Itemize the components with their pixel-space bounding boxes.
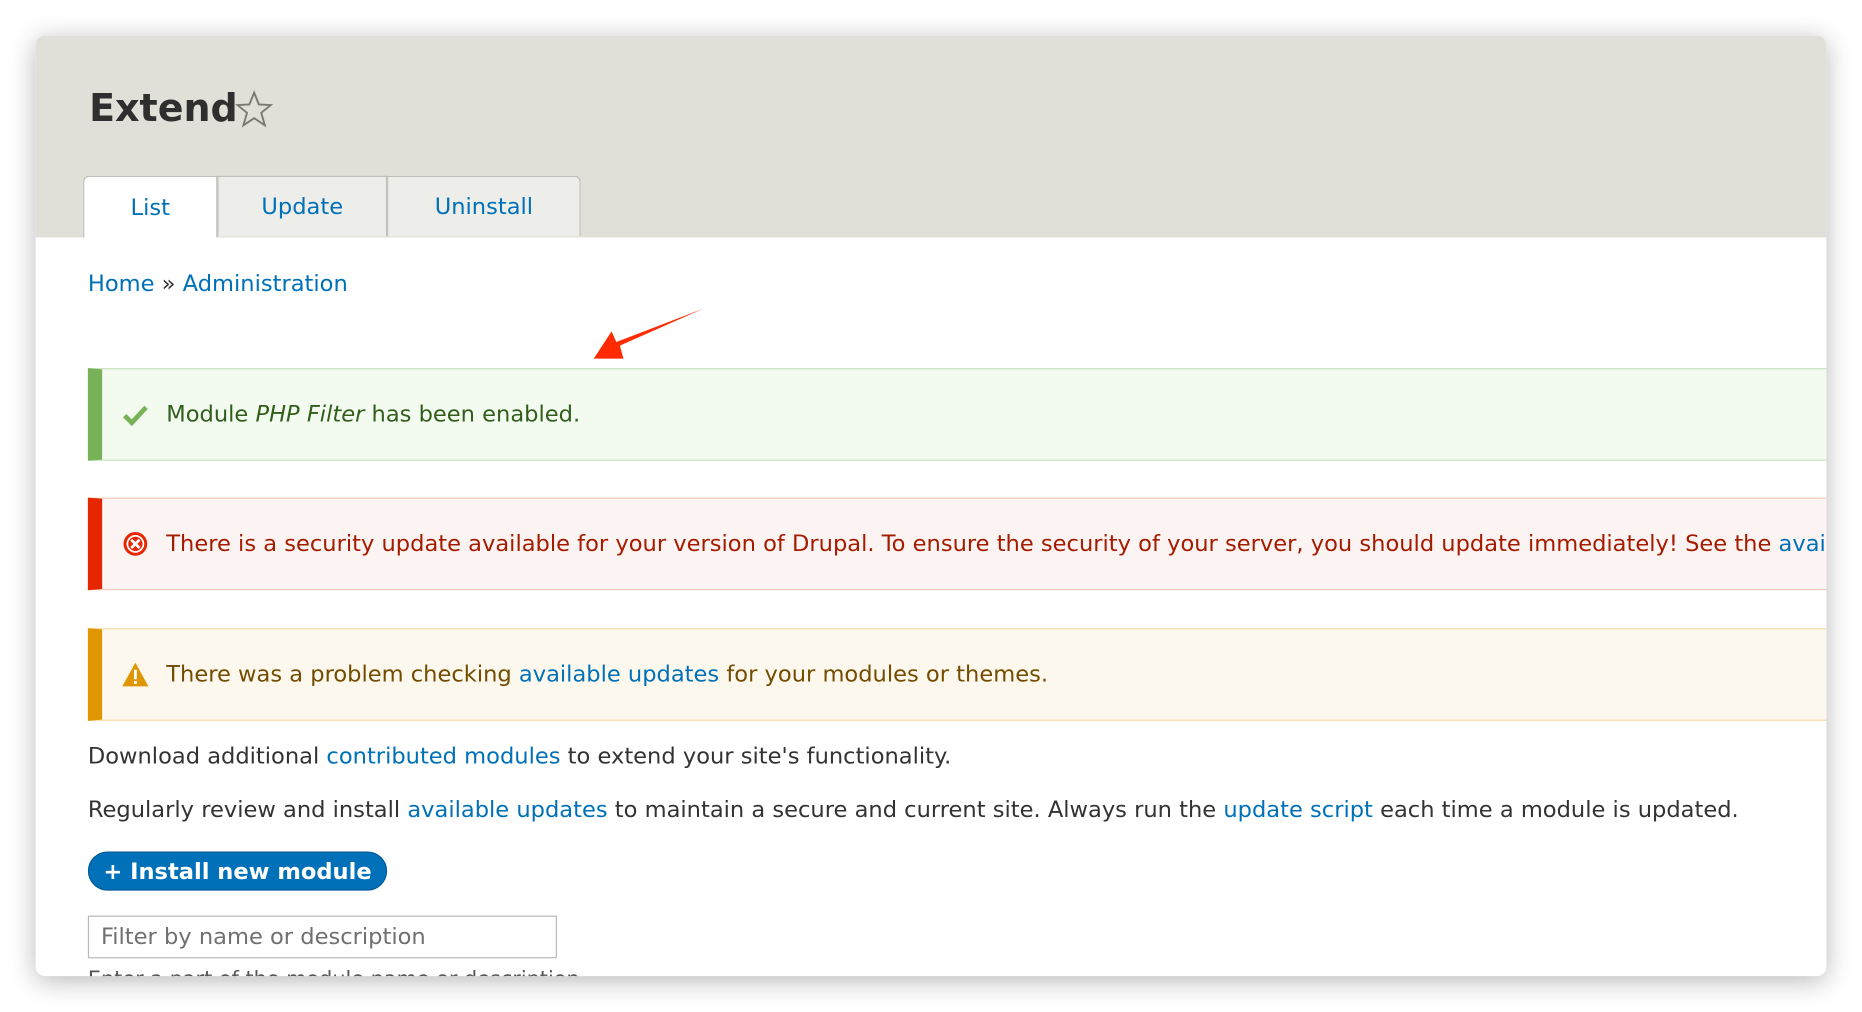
- red-arrow-icon: [593, 308, 703, 359]
- tab-label: Uninstall: [434, 193, 534, 220]
- status-text: Module PHP Filter has been enabled.: [166, 401, 581, 428]
- tab-update[interactable]: Update: [217, 175, 388, 237]
- install-new-module-button[interactable]: + Install new module: [87, 851, 388, 891]
- available-updates-link[interactable]: available updates: [407, 797, 607, 823]
- intro-download: Download additional contributed modules …: [87, 743, 952, 770]
- breadcrumb-home[interactable]: Home: [88, 271, 155, 297]
- breadcrumb-administration[interactable]: Administration: [183, 271, 348, 297]
- warning-text: There was a problem checking available u…: [166, 661, 1049, 688]
- error-message: There is a security update available for…: [87, 497, 1827, 591]
- primary-tabs: List Update Uninstall: [83, 175, 581, 238]
- contributed-modules-link[interactable]: contributed modules: [326, 743, 560, 769]
- filter-input[interactable]: [87, 915, 557, 959]
- status-message: Module PHP Filter has been enabled.: [87, 368, 1827, 461]
- page-header: Extend List Update Uninstall: [35, 35, 1827, 238]
- update-script-link[interactable]: update script: [1223, 797, 1373, 823]
- tab-list[interactable]: List: [83, 175, 218, 238]
- available-updates-link[interactable]: avail: [1779, 531, 1827, 557]
- available-updates-link[interactable]: available updates: [519, 661, 719, 687]
- filter-description: Enter a part of the module name or descr…: [88, 968, 580, 976]
- error-circle-icon: [123, 532, 148, 556]
- error-text: There is a security update available for…: [166, 531, 1826, 557]
- star-outline-icon[interactable]: [235, 90, 274, 128]
- check-icon: [123, 405, 148, 427]
- tab-uninstall[interactable]: Uninstall: [387, 175, 581, 237]
- page-title: Extend: [89, 85, 238, 131]
- breadcrumb-separator: »: [161, 270, 176, 297]
- tab-label: List: [130, 194, 170, 221]
- breadcrumb: Home » Administration: [88, 271, 348, 297]
- tab-label: Update: [261, 193, 344, 220]
- extend-page: Extend List Update Uninstall Home » Admi…: [35, 35, 1827, 977]
- warning-message: There was a problem checking available u…: [87, 628, 1827, 721]
- warning-triangle-icon: [122, 662, 149, 687]
- intro-review: Regularly review and install available u…: [87, 796, 1739, 823]
